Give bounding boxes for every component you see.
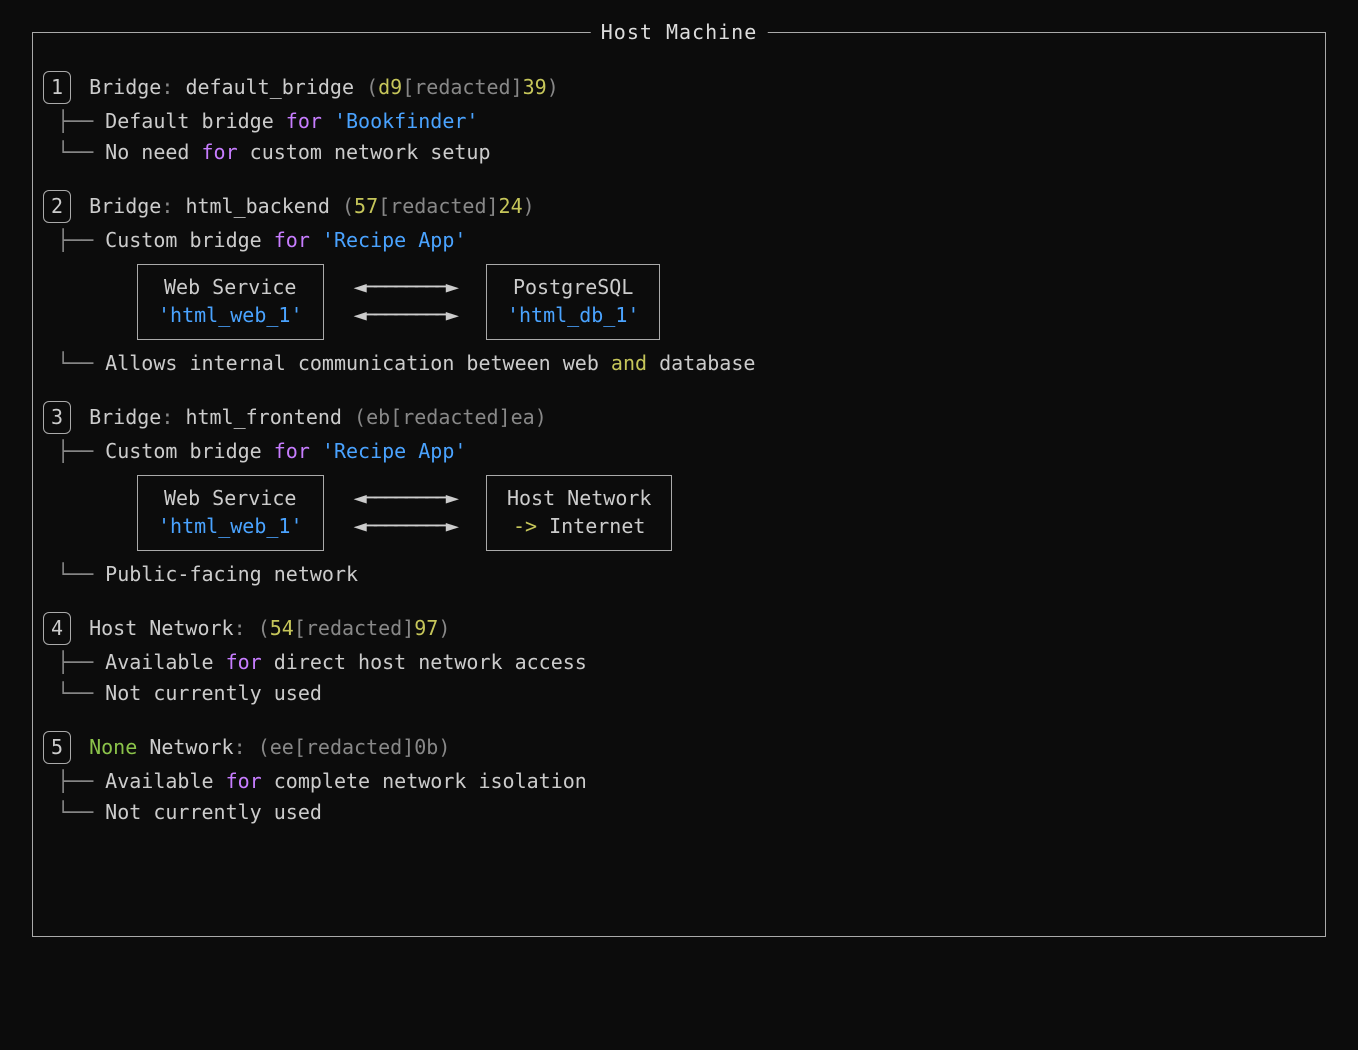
tree-branch: └── Allows internal communication betwee…: [57, 348, 1315, 379]
entry-tree: ├── Available for direct host network ac…: [57, 647, 1315, 709]
entry-tree: ├── Default bridge for 'Bookfinder'└── N…: [57, 106, 1315, 168]
entry-number-badge: 4: [43, 612, 71, 645]
network-entry: 1 Bridge: default_bridge (d9[redacted]39…: [43, 71, 1315, 168]
entry-headline: 2 Bridge: html_backend (57[redacted]24): [43, 190, 1315, 223]
entry-tree: ├── Custom bridge for 'Recipe App' Web Se…: [57, 225, 1315, 379]
network-entry: 3 Bridge: html_frontend (eb[redacted]ea)…: [43, 401, 1315, 590]
tree-branch: ├── Available for complete network isola…: [57, 766, 1315, 797]
entry-tree: ├── Custom bridge for 'Recipe App' Web Se…: [57, 436, 1315, 590]
service-row: Web Service'html_web_1' ◄────────►◄──────…: [137, 264, 1315, 340]
entry-headline: 1 Bridge: default_bridge (d9[redacted]39…: [43, 71, 1315, 104]
bidirectional-arrow-icon: ◄────────►◄────────►: [354, 277, 456, 327]
entry-number-badge: 5: [43, 731, 71, 764]
entry-tree: ├── Available for complete network isola…: [57, 766, 1315, 828]
service-row: Web Service'html_web_1' ◄────────►◄──────…: [137, 475, 1315, 551]
service-box-right: PostgreSQL'html_db_1': [486, 264, 660, 340]
tree-branch: └── Not currently used: [57, 678, 1315, 709]
service-box-left: Web Service'html_web_1': [137, 475, 324, 551]
tree-branch: └── Not currently used: [57, 797, 1315, 828]
network-entry: 4 Host Network: (54[redacted]97)├── Avai…: [43, 612, 1315, 709]
tree-branch: └── Public-facing network: [57, 559, 1315, 590]
frame-title: Host Machine: [591, 17, 768, 48]
entry-number-badge: 3: [43, 401, 71, 434]
bidirectional-arrow-icon: ◄────────►◄────────►: [354, 488, 456, 538]
network-entry: 2 Bridge: html_backend (57[redacted]24)├…: [43, 190, 1315, 379]
entries-container: 1 Bridge: default_bridge (d9[redacted]39…: [43, 71, 1315, 828]
tree-branch: ├── Custom bridge for 'Recipe App': [57, 225, 1315, 256]
entry-number-badge: 1: [43, 71, 71, 104]
tree-branch: ├── Available for direct host network ac…: [57, 647, 1315, 678]
entry-headline: 5 None Network: (ee[redacted]0b): [43, 731, 1315, 764]
network-entry: 5 None Network: (ee[redacted]0b)├── Avai…: [43, 731, 1315, 828]
tree-branch: └── No need for custom network setup: [57, 137, 1315, 168]
service-box-right: Host Network-> Internet: [486, 475, 673, 551]
host-machine-frame: Host Machine 1 Bridge: default_bridge (d…: [32, 32, 1326, 937]
service-box-left: Web Service'html_web_1': [137, 264, 324, 340]
entry-headline: 4 Host Network: (54[redacted]97): [43, 612, 1315, 645]
tree-branch: ├── Custom bridge for 'Recipe App': [57, 436, 1315, 467]
entry-number-badge: 2: [43, 190, 71, 223]
tree-branch: ├── Default bridge for 'Bookfinder': [57, 106, 1315, 137]
entry-headline: 3 Bridge: html_frontend (eb[redacted]ea): [43, 401, 1315, 434]
